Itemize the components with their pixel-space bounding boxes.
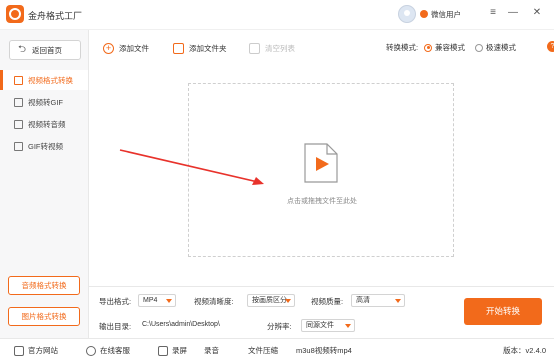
gif-icon xyxy=(14,97,23,107)
resolution-select[interactable]: 同源文件 xyxy=(301,319,355,332)
chevron-down-icon xyxy=(285,299,291,303)
sidebar-item-gif-to-video[interactable]: GIF转视频 xyxy=(0,136,88,156)
file-compress-label: 文件压缩 xyxy=(248,346,278,355)
file-compress-link[interactable]: 文件压缩 xyxy=(248,345,278,356)
video-icon xyxy=(14,75,23,85)
help-icon[interactable]: ? xyxy=(547,41,554,52)
clear-list-label: 清空列表 xyxy=(265,43,295,53)
trash-icon xyxy=(249,42,260,54)
chevron-down-icon xyxy=(345,324,351,328)
headset-icon xyxy=(86,345,96,356)
quality-value: 高清 xyxy=(356,297,370,304)
sidebar-item-label: 视频转音频 xyxy=(28,119,66,129)
resolution-label: 分辨率: xyxy=(267,322,292,331)
video-file-icon xyxy=(304,143,338,183)
sidebar-item-label: 视频转GIF xyxy=(28,97,63,107)
version-text: 版本：v2.4.0 xyxy=(503,346,546,355)
m3u8-convert-link[interactable]: m3u8视频转mp4 xyxy=(296,345,352,356)
sidebar-item-label: GIF转视频 xyxy=(28,141,63,151)
m3u8-convert-label: m3u8视频转mp4 xyxy=(296,346,352,355)
clarity-label: 视频清晰度: xyxy=(194,297,234,306)
minimize-icon[interactable]: — xyxy=(506,5,520,21)
official-site-link[interactable]: 官方网站 xyxy=(14,345,58,356)
mode-compatible-radio[interactable]: 兼容模式 xyxy=(424,42,465,53)
quality-label: 视频质量: xyxy=(311,297,344,306)
radio-checked-icon xyxy=(424,43,432,52)
mode-fast-radio[interactable]: 极速模式 xyxy=(475,42,516,53)
audio-format-convert-button[interactable]: 音频格式转换 xyxy=(8,276,80,295)
back-arrow-icon: ⮌ xyxy=(18,43,27,55)
sidebar-item-video-to-audio[interactable]: 视频转音频 xyxy=(0,114,88,134)
export-format-value: MP4 xyxy=(143,297,158,304)
mode-label: 转换模式: xyxy=(386,43,419,52)
pointer-arrow xyxy=(119,149,264,185)
add-file-button[interactable]: + 添加文件 xyxy=(103,41,149,55)
back-home-button[interactable]: ⮌ 返回首页 xyxy=(9,40,81,60)
image-format-convert-button[interactable]: 图片格式转换 xyxy=(8,307,80,326)
sidebar: ⮌ 返回首页 视频格式转换 视频转GIF 视频转音频 GIF转视频 音频格式转换… xyxy=(0,30,89,338)
audio-record-link[interactable]: 录音 xyxy=(204,345,219,356)
audio-icon xyxy=(14,119,23,129)
plus-icon: + xyxy=(103,42,114,54)
mode-fast-label: 极速模式 xyxy=(486,43,516,52)
menu-icon[interactable]: ≡ xyxy=(486,5,500,21)
online-support-label: 在线客服 xyxy=(100,346,130,355)
quality-select[interactable]: 高清 xyxy=(351,294,405,307)
export-format-label: 导出格式: xyxy=(99,297,132,306)
clarity-select[interactable]: 按画质区分 xyxy=(247,294,295,307)
settings-panel: 导出格式: MP4 视频清晰度: 按画质区分 视频质量: 高清 输出目录: C:… xyxy=(89,286,554,338)
mode-compatible-label: 兼容模式 xyxy=(435,43,465,52)
start-convert-button[interactable]: 开始转换 xyxy=(464,298,542,325)
clarity-value: 按画质区分 xyxy=(252,297,287,304)
back-home-label: 返回首页 xyxy=(32,45,63,55)
add-folder-button[interactable]: 添加文件夹 xyxy=(173,41,227,55)
home-icon xyxy=(14,345,24,356)
radio-unchecked-icon xyxy=(475,43,483,52)
clear-list-button[interactable]: 清空列表 xyxy=(249,41,295,55)
online-support-link[interactable]: 在线客服 xyxy=(86,345,130,356)
chevron-down-icon xyxy=(395,299,401,303)
drop-hint: 点击或拖拽文件至此处 xyxy=(287,198,357,205)
sidebar-item-video-format[interactable]: 视频格式转换 xyxy=(0,70,88,90)
user-avatar[interactable] xyxy=(398,5,416,23)
app-title: 金舟格式工厂 xyxy=(28,11,83,21)
folder-icon xyxy=(173,42,184,54)
title-bar: 金舟格式工厂 微信用户 ≡ — ✕ xyxy=(0,0,554,30)
output-dir-label: 输出目录: xyxy=(99,322,132,331)
audio-record-label: 录音 xyxy=(204,346,219,355)
app-logo-icon xyxy=(6,5,24,23)
official-site-label: 官方网站 xyxy=(28,346,58,355)
add-file-label: 添加文件 xyxy=(119,43,149,53)
sidebar-item-video-to-gif[interactable]: 视频转GIF xyxy=(0,92,88,112)
close-icon[interactable]: ✕ xyxy=(530,5,544,21)
export-format-select[interactable]: MP4 xyxy=(138,294,176,307)
toolbar: + 添加文件 添加文件夹 清空列表 转换模式: 兼容模式 极速模式 ? xyxy=(89,30,554,66)
screen-record-label: 录屏 xyxy=(172,346,187,355)
sidebar-item-label: 视频格式转换 xyxy=(28,75,73,85)
output-dir-value: C:\Users\admin\Desktop\ xyxy=(142,321,220,328)
user-name[interactable]: 微信用户 xyxy=(431,9,461,20)
camera-icon xyxy=(158,345,168,356)
add-folder-label: 添加文件夹 xyxy=(189,43,227,53)
screen-record-link[interactable]: 录屏 xyxy=(158,345,187,356)
footer: 官方网站 在线客服 录屏 录音 文件压缩 m3u8视频转mp4 版本：v2.4.… xyxy=(0,338,554,360)
resolution-value: 同源文件 xyxy=(306,322,334,329)
vip-badge-icon xyxy=(420,10,428,18)
chevron-down-icon xyxy=(166,299,172,303)
film-icon xyxy=(14,141,23,151)
